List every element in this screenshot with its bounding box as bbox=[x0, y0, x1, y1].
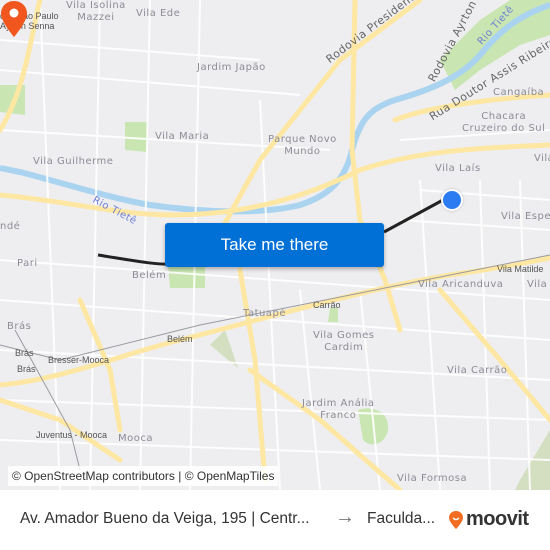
neighborhood-label: Chacara Cruzeiro do Sul bbox=[462, 111, 546, 134]
neighborhood-label: Pari bbox=[17, 258, 38, 269]
destination-name: Faculda... bbox=[367, 510, 436, 527]
neighborhood-label: Vila Gomes Cardim bbox=[313, 330, 375, 353]
neighborhood-label: Vila Laís bbox=[435, 163, 481, 174]
station-label: Brás bbox=[15, 348, 34, 358]
neighborhood-label: Vila Isolina Mazzei bbox=[66, 0, 126, 23]
neighborhood-label: Vila Carrão bbox=[447, 365, 508, 376]
neighborhood-label: Vila bbox=[534, 153, 550, 164]
moovit-wordmark: moovit bbox=[466, 508, 529, 530]
neighborhood-label: Vila bbox=[527, 279, 548, 290]
neighborhood-label: Jardim Anália Franco bbox=[302, 398, 375, 421]
arrow-right-icon: → bbox=[335, 506, 355, 528]
neighborhood-label: Cangaíba bbox=[493, 87, 545, 98]
station-label: Belém bbox=[167, 334, 193, 344]
origin-stop-name: Av. Amador Bueno da Veiga, 195 | Centr..… bbox=[20, 510, 310, 527]
station-label: Brás bbox=[17, 364, 36, 374]
station-label: Vila Matilde bbox=[497, 264, 544, 274]
neighborhood-label: Tatuapé bbox=[243, 308, 286, 319]
station-label: Carrão bbox=[313, 300, 341, 310]
station-label: Juventus - Mooca bbox=[36, 430, 108, 440]
map-attribution[interactable]: © OpenStreetMap contributors | © OpenMap… bbox=[8, 466, 279, 486]
route-line bbox=[97, 253, 173, 266]
station-label: Bresser-Mooca bbox=[48, 355, 110, 365]
neighborhood-label: Mooca bbox=[118, 433, 153, 444]
neighborhood-label: Parque Novo Mundo bbox=[268, 134, 337, 157]
route-line bbox=[383, 198, 444, 234]
take-me-there-button[interactable]: Take me there bbox=[165, 223, 384, 267]
route-footer: Av. Amador Bueno da Veiga, 195 | Centr..… bbox=[0, 490, 550, 550]
neighborhood-label: Vila Maria bbox=[155, 131, 210, 142]
destination-pin-icon[interactable] bbox=[0, 0, 28, 38]
neighborhood-label: Vila Espe bbox=[501, 211, 550, 222]
neighborhood-label: Jardim Japão bbox=[197, 62, 266, 73]
map-view[interactable]: Vila Isolina Mazzei Vila Ede Jardim Japão… bbox=[0, 0, 550, 490]
neighborhood-label: Vila Ede bbox=[136, 8, 181, 19]
neighborhood-label: Brás bbox=[7, 321, 32, 332]
neighborhood-label: Belém bbox=[132, 270, 167, 281]
origin-dot-icon[interactable] bbox=[441, 189, 463, 211]
moovit-pin-icon bbox=[449, 510, 463, 529]
neighborhood-label: Vila Guilherme bbox=[33, 156, 114, 167]
neighborhood-label: ndé bbox=[0, 221, 21, 232]
neighborhood-label: Vila Formosa bbox=[397, 473, 468, 484]
moovit-logo[interactable]: moovit bbox=[448, 508, 529, 531]
neighborhood-label: Vila Aricanduva bbox=[418, 279, 504, 290]
